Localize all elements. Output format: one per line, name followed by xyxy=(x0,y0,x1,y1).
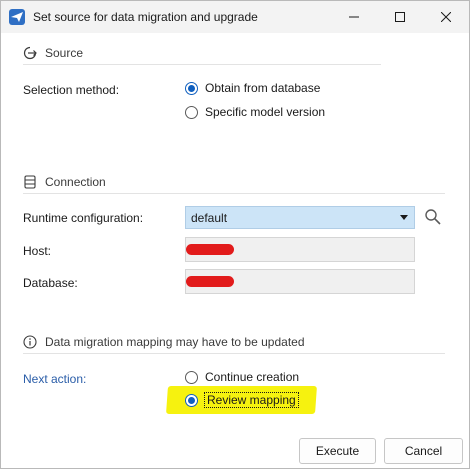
mapping-divider xyxy=(23,353,445,354)
radio-review-mapping[interactable]: Review mapping xyxy=(185,392,299,408)
window-title: Set source for data migration and upgrad… xyxy=(33,10,258,24)
mapping-notice-header: Data migration mapping may have to be up… xyxy=(23,333,305,351)
execute-button[interactable]: Execute xyxy=(299,438,376,464)
runtime-configuration-dropdown[interactable]: default xyxy=(185,206,415,229)
minimize-icon xyxy=(349,16,359,18)
radio-specific-model-version[interactable]: Specific model version xyxy=(185,105,325,119)
next-action-label: Next action: xyxy=(23,372,87,386)
redaction-mark xyxy=(186,244,234,255)
chevron-down-icon xyxy=(400,215,408,220)
host-label: Host: xyxy=(23,244,52,258)
source-section-header: Source xyxy=(23,44,83,62)
app-icon xyxy=(9,9,25,25)
database-field[interactable] xyxy=(185,269,415,294)
source-arrow-icon xyxy=(23,46,37,60)
host-field[interactable] xyxy=(185,237,415,262)
radio-label: Specific model version xyxy=(205,105,326,119)
source-divider xyxy=(23,64,381,65)
minimize-button[interactable] xyxy=(331,1,377,33)
close-icon xyxy=(441,12,451,22)
maximize-icon xyxy=(395,12,405,22)
dropdown-value: default xyxy=(191,210,228,225)
radio-obtain-from-database[interactable]: Obtain from database xyxy=(185,81,320,95)
dialog-window: Set source for data migration and upgrad… xyxy=(0,0,470,469)
selection-method-label: Selection method: xyxy=(23,83,120,97)
mapping-notice-text: Data migration mapping may have to be up… xyxy=(45,335,305,349)
title-bar[interactable]: Set source for data migration and upgrad… xyxy=(1,1,469,33)
radio-label: Continue creation xyxy=(205,370,300,384)
radio-button[interactable] xyxy=(185,370,198,384)
source-header-label: Source xyxy=(45,46,84,60)
radio-button-checked[interactable] xyxy=(185,393,198,407)
maximize-button[interactable] xyxy=(377,1,423,33)
info-icon xyxy=(23,335,37,349)
radio-label: Obtain from database xyxy=(205,81,321,95)
cancel-button[interactable]: Cancel xyxy=(384,438,463,464)
search-icon xyxy=(425,209,441,225)
radio-label: Review mapping xyxy=(204,392,299,408)
connection-header-label: Connection xyxy=(45,175,106,189)
close-button[interactable] xyxy=(423,1,469,33)
connection-section-header: Connection xyxy=(23,173,106,191)
runtime-configuration-label: Runtime configuration: xyxy=(23,211,144,225)
database-label: Database: xyxy=(23,276,78,290)
connection-divider xyxy=(23,193,445,194)
redaction-mark xyxy=(186,276,234,287)
search-button[interactable] xyxy=(424,208,442,226)
database-icon xyxy=(23,175,37,189)
radio-button-checked[interactable] xyxy=(185,81,198,95)
radio-button[interactable] xyxy=(185,105,198,119)
radio-continue-creation[interactable]: Continue creation xyxy=(185,370,299,384)
